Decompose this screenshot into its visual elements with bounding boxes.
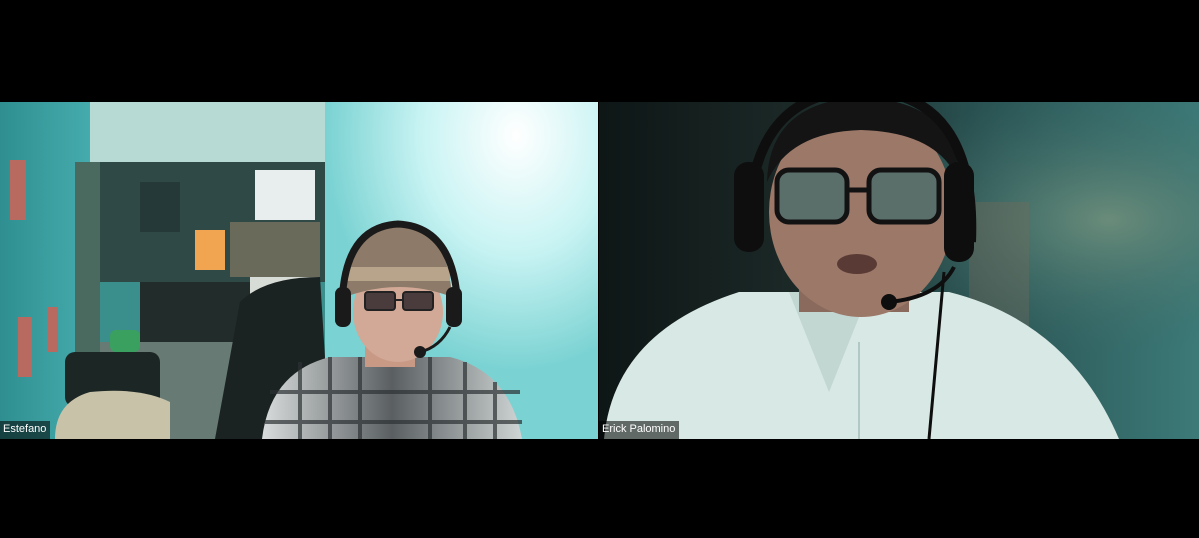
- participant-name-label: Estefano: [0, 421, 51, 439]
- video-feed-estefano: [0, 102, 598, 439]
- participant-tile-erick-palomino[interactable]: Erick Palomino: [599, 102, 1199, 439]
- participant-tile-estefano[interactable]: Estefano: [0, 102, 598, 439]
- video-feed-erick-palomino: [599, 102, 1199, 439]
- video-call-gallery: Estefano Erick Palomino: [0, 0, 1199, 538]
- participant-name-label: Erick Palomino: [599, 421, 680, 439]
